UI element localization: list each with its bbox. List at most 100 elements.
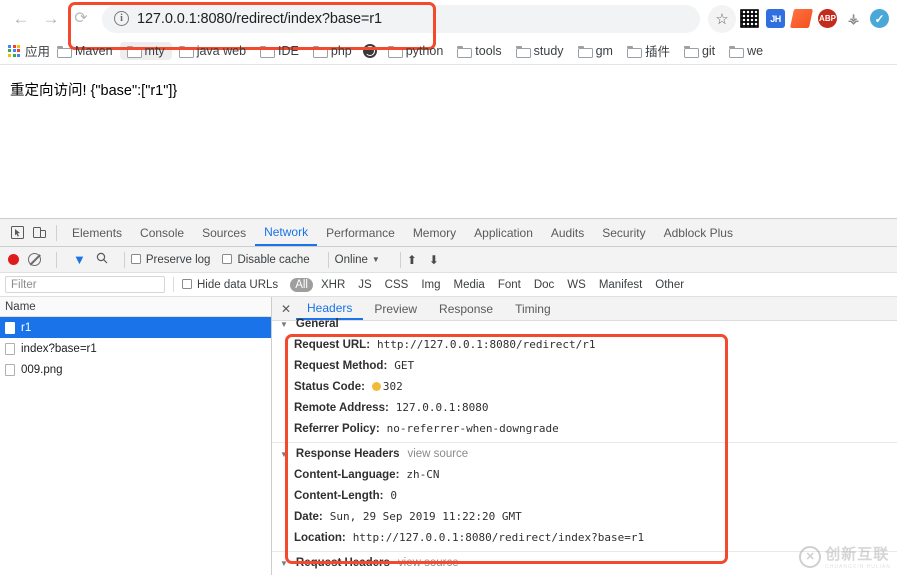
folder-icon — [260, 45, 276, 58]
import-har-icon[interactable]: ⬆ — [407, 253, 417, 267]
bookmark-study[interactable]: study — [509, 42, 571, 60]
bookmark-star-icon[interactable]: ☆ — [708, 4, 736, 33]
bookmark-git[interactable]: git — [677, 42, 722, 60]
bookmark-we[interactable]: we — [722, 42, 770, 60]
throttle-select[interactable]: Online — [335, 254, 368, 266]
bookmark-label: we — [747, 43, 764, 58]
qr-code-icon[interactable] — [740, 9, 759, 28]
close-icon[interactable]: ✕ — [276, 302, 296, 316]
disable-cache-checkbox[interactable]: Disable cache — [222, 253, 310, 266]
inspect-element-icon[interactable] — [6, 222, 28, 244]
table-row[interactable]: r1 — [0, 317, 271, 338]
forward-button[interactable]: → — [36, 4, 66, 34]
bookmarks-bar: 应用 Maven mty java web IDE php python too… — [0, 37, 897, 65]
type-filter-manifest[interactable]: Manifest — [594, 278, 647, 292]
view-source-link[interactable]: view source — [398, 557, 459, 569]
key: Remote Address: — [294, 401, 389, 414]
view-source-link[interactable]: view source — [407, 448, 468, 460]
toolbar-divider — [399, 251, 401, 268]
type-filter-other[interactable]: Other — [650, 278, 689, 292]
blue-circle-extension-icon[interactable]: ✓ — [870, 9, 889, 28]
back-button[interactable]: ← — [6, 4, 36, 34]
tab-application[interactable]: Application — [465, 219, 542, 246]
tab-sources[interactable]: Sources — [193, 219, 255, 246]
globe-bookmark-icon[interactable] — [362, 43, 377, 58]
value: 127.0.0.1:8080 — [395, 400, 489, 414]
device-toolbar-icon[interactable] — [28, 222, 50, 244]
bookmark-mty[interactable]: mty — [119, 41, 172, 60]
bookmark-maven[interactable]: Maven — [50, 42, 120, 60]
folder-icon — [515, 45, 531, 58]
bookmark-python[interactable]: python — [381, 42, 451, 60]
general-status-code: Status Code: 302 — [272, 375, 897, 396]
value: GET — [394, 358, 415, 372]
search-icon[interactable] — [96, 252, 108, 267]
table-row[interactable]: 009.png — [0, 359, 271, 380]
key: Content-Length: — [294, 489, 384, 502]
type-filter-xhr[interactable]: XHR — [316, 278, 350, 292]
clear-button-icon[interactable] — [28, 253, 41, 266]
watermark-text: 创新互联 — [825, 546, 890, 563]
tab-audits[interactable]: Audits — [542, 219, 593, 246]
site-info-icon[interactable]: i — [114, 11, 129, 26]
export-har-icon[interactable]: ⬇ — [429, 253, 439, 267]
type-filter-img[interactable]: Img — [416, 278, 445, 292]
tab-performance[interactable]: Performance — [317, 219, 404, 246]
folder-icon — [626, 45, 642, 58]
network-split: Name r1 index?base=r1 009.png ✕ Headers … — [0, 297, 897, 575]
type-filter-font[interactable]: Font — [493, 278, 526, 292]
type-filter-media[interactable]: Media — [449, 278, 490, 292]
filter-toggle-icon[interactable]: ▼ — [73, 252, 86, 267]
address-bar[interactable]: i 127.0.0.1:8080/redirect/index?base=r1 — [102, 4, 700, 33]
filter-input[interactable]: Filter — [5, 276, 165, 293]
reload-button[interactable]: ⟳ — [66, 4, 96, 34]
adblock-plus-icon[interactable]: ABP — [818, 9, 837, 28]
request-name: r1 — [21, 321, 32, 334]
bookmark-plugins[interactable]: 插件 — [620, 39, 677, 62]
type-filter-css[interactable]: CSS — [380, 278, 414, 292]
key: Date: — [294, 510, 323, 523]
type-filter-doc[interactable]: Doc — [529, 278, 559, 292]
folder-icon — [729, 45, 745, 58]
record-button-icon[interactable] — [8, 254, 19, 265]
bookmark-label: php — [330, 43, 352, 58]
toolbar-divider — [123, 251, 125, 268]
watermark-mark: ✕ — [805, 551, 815, 563]
bookmark-label: 插件 — [644, 45, 670, 59]
devtools-panel: Elements Console Sources Network Perform… — [0, 218, 897, 576]
watermark-text-stack: 创新互联 CHUANGXIN HULIAN — [825, 543, 891, 570]
type-filter-all[interactable]: All — [290, 277, 313, 292]
tab-console[interactable]: Console — [131, 219, 193, 246]
info-glyph: i — [120, 13, 123, 24]
bookmark-tools[interactable]: tools — [450, 42, 508, 60]
request-name: 009.png — [21, 363, 63, 376]
bookmark-gm[interactable]: gm — [571, 42, 620, 60]
flame-extension-icon[interactable] — [789, 9, 814, 28]
preserve-log-checkbox[interactable]: Preserve log — [130, 253, 211, 266]
tab-memory[interactable]: Memory — [404, 219, 465, 246]
tab-elements[interactable]: Elements — [63, 219, 131, 246]
response-headers-section-header[interactable]: ▼ Response Headers view source — [272, 445, 897, 463]
hide-data-urls-checkbox[interactable]: Hide data URLs — [182, 278, 278, 291]
page-viewport: 重定向访问! {"base":["r1"]} — [0, 65, 897, 218]
chevron-down-icon[interactable]: ▼ — [372, 255, 380, 264]
tab-adblock-plus[interactable]: Adblock Plus — [655, 219, 742, 246]
preserve-log-label: Preserve log — [145, 253, 211, 266]
type-filter-js[interactable]: JS — [353, 278, 376, 292]
response-content-length: Content-Length: 0 — [272, 484, 897, 505]
general-section-header[interactable]: ▼ General — [272, 315, 897, 333]
arrow-left-icon: ← — [12, 9, 30, 28]
general-request-method: Request Method: GET — [272, 354, 897, 375]
bookmark-label: tools — [475, 43, 502, 58]
jh-extension-icon[interactable]: JH — [766, 9, 785, 28]
type-filter-ws[interactable]: WS — [562, 278, 591, 292]
tab-security[interactable]: Security — [593, 219, 654, 246]
devtools-tabbar: Elements Console Sources Network Perform… — [0, 219, 897, 247]
bookmark-php[interactable]: php — [306, 42, 359, 60]
tree-extension-icon[interactable]: ⚶ — [844, 9, 863, 28]
table-row[interactable]: index?base=r1 — [0, 338, 271, 359]
tab-network[interactable]: Network — [255, 219, 318, 246]
bookmark-ide[interactable]: IDE — [253, 42, 306, 60]
bookmark-java-web[interactable]: java web — [172, 42, 253, 60]
apps-shortcut[interactable]: 应用 — [0, 41, 50, 60]
